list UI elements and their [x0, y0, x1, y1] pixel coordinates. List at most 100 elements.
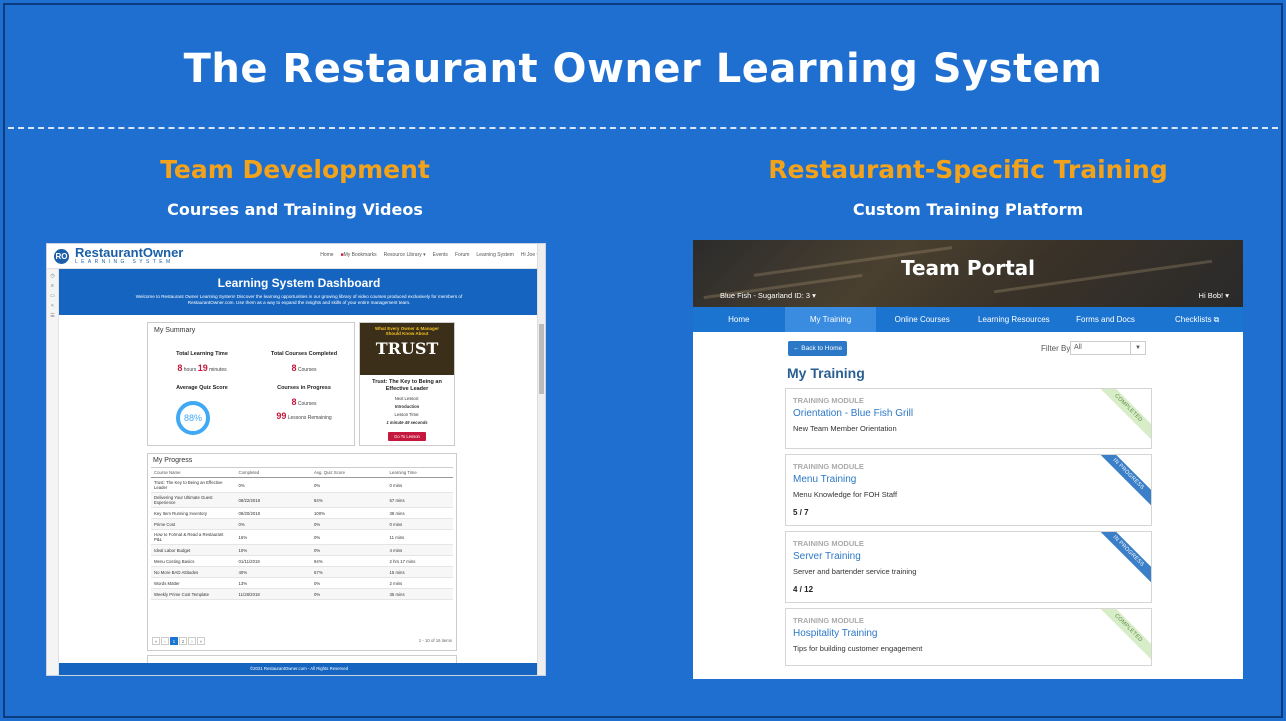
portal-header: Team Portal Blue Fish - Sugarland ID: 3 …	[693, 240, 1243, 307]
nav-bookmarks-label: My Bookmarks	[343, 252, 377, 258]
portal-nav: Home My Training Online Courses Learning…	[693, 307, 1243, 332]
banner-text: Welcome to Restaurant Owner Learning Sys…	[135, 294, 463, 305]
table-row[interactable]: Ideal Labor Budget 10% 0% 4 mins	[151, 544, 453, 556]
training-module-card[interactable]: TRAINING MODULE Hospitality Training Tip…	[785, 608, 1152, 666]
module-progress-count: 5 / 7	[793, 508, 809, 517]
lesson-time-label: Lesson Time:	[394, 412, 420, 417]
logo-text: RestaurantOwner	[75, 245, 184, 260]
module-title[interactable]: Server Training	[793, 551, 861, 562]
course-thumbnail[interactable]: What Every Owner & Manager Should Know A…	[360, 323, 454, 375]
pager-prev[interactable]: ‹	[161, 637, 169, 645]
module-description: Menu Knowledge for FOH Staff	[793, 490, 898, 499]
nav-learning-resources[interactable]: Learning Resources	[968, 307, 1060, 332]
module-description: Server and bartender service training	[793, 567, 917, 576]
summary-title: My Summary	[154, 327, 196, 334]
nav-resource-library[interactable]: Resource Library ▾	[384, 252, 426, 258]
banner-title: Learning System Dashboard	[217, 276, 381, 290]
pager-first[interactable]: «	[152, 637, 160, 645]
module-title[interactable]: Menu Training	[793, 474, 856, 485]
list-icon[interactable]: ☰	[47, 313, 58, 319]
column-header[interactable]: Completed	[235, 467, 312, 478]
table-cell: Menu Costing Basics	[151, 555, 236, 567]
pager-next[interactable]: ›	[188, 637, 196, 645]
training-module-card[interactable]: TRAINING MODULE Server Training Server a…	[785, 531, 1152, 603]
nav-home[interactable]: Home	[693, 307, 785, 332]
nav-forms-docs[interactable]: Forms and Docs	[1060, 307, 1152, 332]
column-header[interactable]: Course Name	[151, 467, 236, 478]
dashboard-sidebar: ◷ ≡ ▭ < ☰	[47, 269, 59, 675]
in-progress-value: 8 Courses	[254, 397, 354, 407]
logo-icon: RO	[54, 249, 69, 264]
lessons-count: 99	[276, 411, 287, 421]
table-row[interactable]: Trust: The Key to Being an Effective Lea…	[151, 477, 453, 493]
filter-select[interactable]: All ▼	[1070, 341, 1146, 355]
table-cell: 0%	[311, 518, 387, 530]
completed-label: Total Courses Completed	[270, 351, 338, 357]
clock-icon[interactable]: ◷	[47, 273, 58, 279]
location-selector[interactable]: Blue Fish - Sugarland ID: 3 ▾	[720, 291, 816, 300]
nav-my-training[interactable]: My Training	[784, 307, 877, 332]
table-cell: Words Matter	[151, 577, 236, 589]
thumbnail-word: TRUST	[375, 339, 439, 358]
share-icon[interactable]: <	[47, 303, 58, 309]
hours-value: 8	[177, 363, 183, 373]
table-row[interactable]: Prime Cost 0% 0% 0 mins	[151, 518, 453, 530]
table-row[interactable]: No More BAD Attitudes 40% 67% 15 mins	[151, 566, 453, 578]
pager-page-2[interactable]: 2	[179, 637, 187, 645]
in-progress-count: 8	[291, 397, 297, 407]
status-badge: COMPLETED	[1092, 389, 1151, 445]
folder-icon[interactable]: ▭	[47, 293, 58, 299]
table-cell: 38 mins	[386, 507, 453, 519]
table-cell: 0%	[311, 529, 387, 545]
my-training-heading: My Training	[787, 365, 865, 381]
column-header[interactable]: Learning Time	[386, 467, 453, 478]
table-row[interactable]: Weekly Prime Cost Template 11/28/2018 0% 35…	[151, 588, 453, 600]
table-cell: 0%	[311, 588, 387, 600]
table-cell: Delivering Your Ultimate Guest Experienc…	[151, 492, 236, 508]
nav-bookmarks[interactable]: ■My Bookmarks	[341, 252, 377, 258]
training-module-card[interactable]: TRAINING MODULE Menu Training Menu Knowl…	[785, 454, 1152, 526]
course-promo-card: What Every Owner & Manager Should Know A…	[359, 322, 455, 446]
table-cell: 11/28/2018	[235, 588, 312, 600]
table-cell: 100%	[311, 507, 387, 519]
table-row[interactable]: Key Item Running Inventory 08/20/2018 100%…	[151, 507, 453, 519]
training-module-card[interactable]: TRAINING MODULE Orientation - Blue Fish …	[785, 388, 1152, 449]
learning-time-label: Total Learning Time	[176, 351, 228, 357]
progress-title: My Progress	[153, 457, 193, 464]
dashboard-scrollbar[interactable]	[537, 244, 545, 675]
column-header[interactable]: Avg. Quiz Score	[311, 467, 387, 478]
chevron-down-icon: ▼	[1130, 342, 1145, 354]
user-menu[interactable]: Hi Bob! ▾	[1199, 291, 1229, 300]
module-description: New Team Member Orientation	[793, 424, 897, 433]
module-title[interactable]: Hospitality Training	[793, 628, 877, 639]
nav-forum[interactable]: Forum	[455, 252, 469, 258]
nav-home[interactable]: Home	[320, 252, 333, 258]
table-cell: 4 mins	[386, 544, 453, 556]
table-cell: 57 mins	[386, 492, 453, 508]
nav-events[interactable]: Events	[433, 252, 448, 258]
table-cell: How to Format & Read a Restaurant P&L	[151, 529, 236, 545]
module-kicker: TRAINING MODULE	[793, 462, 864, 471]
table-row[interactable]: Words Matter 13% 0% 2 mins	[151, 577, 453, 589]
table-row[interactable]: How to Format & Read a Restaurant P&L 16%…	[151, 529, 453, 545]
back-to-home-button[interactable]: ← Back to Home	[788, 341, 848, 356]
dashboard-nav: Home ■My Bookmarks Resource Library ▾ Ev…	[320, 252, 539, 258]
table-row[interactable]: Menu Costing Basics 01/11/2019 94% 2 hrs 17…	[151, 555, 453, 567]
filter-label: Filter By:	[1041, 344, 1073, 353]
pager-last[interactable]: »	[197, 637, 205, 645]
menu-icon[interactable]: ≡	[47, 283, 58, 289]
in-progress-stat: Courses in Progress 8 Courses 99 Lessons…	[254, 385, 354, 421]
portal-title: Team Portal	[900, 256, 1036, 280]
go-to-lesson-button[interactable]: Go To Lesson	[388, 432, 426, 441]
module-kicker: TRAINING MODULE	[793, 539, 864, 548]
table-cell: 08/20/2018	[235, 507, 312, 519]
pager-page-1[interactable]: 1	[170, 637, 178, 645]
nav-learning-system[interactable]: Learning System	[476, 252, 514, 258]
nav-online-courses[interactable]: Online Courses	[876, 307, 968, 332]
scrollbar-thumb[interactable]	[539, 324, 544, 394]
table-cell: 08/22/2018	[235, 492, 312, 508]
nav-checklists[interactable]: Checklists ⧉	[1151, 307, 1243, 332]
table-row[interactable]: Delivering Your Ultimate Guest Experienc…	[151, 492, 453, 508]
team-portal-screenshot: Team Portal Blue Fish - Sugarland ID: 3 …	[693, 240, 1243, 679]
module-title[interactable]: Orientation - Blue Fish Grill	[793, 408, 913, 419]
